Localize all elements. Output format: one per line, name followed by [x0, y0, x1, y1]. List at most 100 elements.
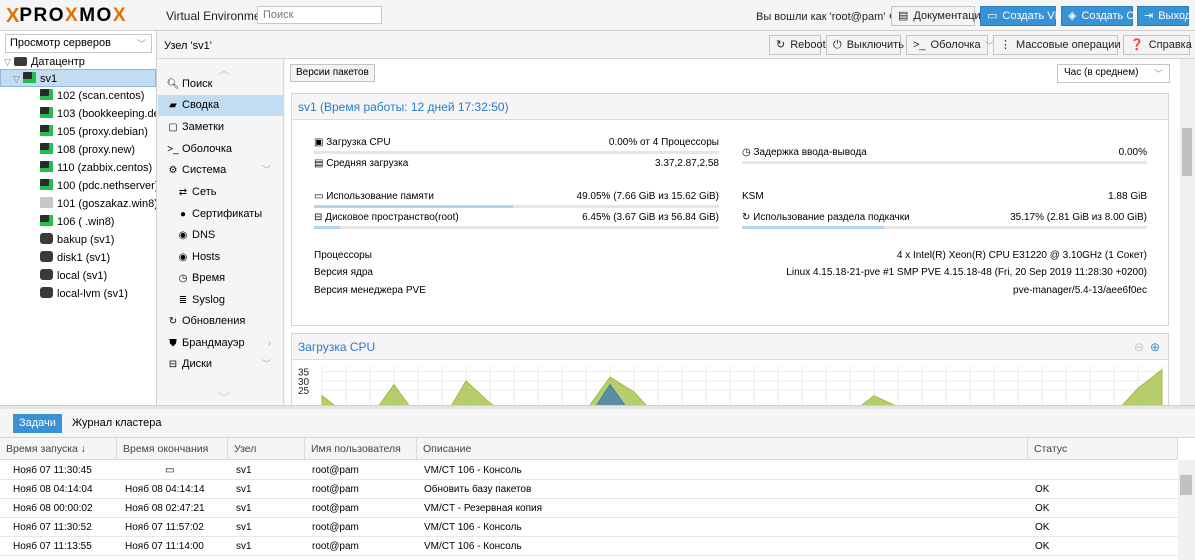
- power-icon: ⏻: [833, 38, 842, 51]
- list-icon: ≣: [178, 295, 188, 306]
- tree-item-storage[interactable]: bakup (sv1): [0, 231, 156, 249]
- tree-item-vm[interactable]: 103 (bookkeeping.deb: [0, 105, 156, 123]
- cpus-label: Процессоры: [314, 250, 372, 261]
- col-status[interactable]: Статус: [1028, 438, 1178, 460]
- shutdown-button[interactable]: ⏻ Выключить: [826, 35, 904, 55]
- search-input[interactable]: [257, 6, 382, 24]
- menu-item-notes[interactable]: ▢ Заметки: [158, 117, 283, 138]
- status-panel: sv1 (Время работы: 12 дней 17:32:50) ▣ З…: [291, 93, 1169, 326]
- reboot-button[interactable]: ↻ Reboot: [769, 35, 826, 55]
- node-menu: ︿ 🔍︎ Поиск ▰ Сводка ▢ Заметки >_ Оболочка ⚙ С…: [158, 59, 284, 405]
- shell-button[interactable]: >_ Оболочка ﹀: [906, 35, 994, 55]
- tree-item-sv1[interactable]: ▽ sv1: [0, 69, 156, 87]
- table-row[interactable]: Нояб 07 11:30:52 Нояб 07 11:57:02 sv1 ro…: [0, 518, 1178, 537]
- shield-icon: ⛊: [169, 338, 177, 349]
- menu-item-firewall[interactable]: ⛊ Брандмауэр ›: [158, 333, 283, 354]
- menu-item-updates[interactable]: ↻ Обновления: [158, 311, 283, 332]
- scroll-down-icon[interactable]: ﹀: [218, 389, 230, 405]
- ksm-label: KSM: [742, 191, 764, 202]
- cpu-chart-panel: Загрузка CPU ⊖ ⊕ 35 30 25: [291, 333, 1169, 405]
- logout-button[interactable]: ⇥ Выход: [1137, 6, 1191, 26]
- table-row[interactable]: Нояб 07 11:30:45 ▭ sv1 root@pam VM/CT 10…: [0, 461, 1178, 480]
- documentation-button[interactable]: ▤ Документация: [891, 6, 987, 26]
- help-button[interactable]: ❓ Справка: [1123, 35, 1192, 55]
- table-row[interactable]: Нояб 08 00:00:02 Нояб 08 02:47:21 sv1 ro…: [0, 499, 1178, 518]
- hdd-icon: ⊟: [314, 212, 323, 223]
- menu-item-syslog[interactable]: ≣ Syslog: [158, 290, 283, 311]
- cpu-usage-label: ▣ Загрузка CPU: [314, 137, 391, 148]
- book-icon: ▤: [898, 9, 909, 22]
- main-scrollbar-thumb[interactable]: [1182, 128, 1192, 176]
- chevron-down-icon: ﹀: [261, 359, 271, 369]
- notes-icon: ▢: [168, 122, 178, 133]
- disk-usage-label: ⊟ Дисковое пространство(root): [314, 212, 459, 223]
- view-selector[interactable]: Просмотр серверов ﹀: [5, 34, 152, 53]
- swap-usage-value: 35.17% (2.81 GiB из 8.00 GiB): [1010, 212, 1147, 223]
- container-icon: [40, 89, 53, 100]
- main-scrollbar[interactable]: [1180, 59, 1195, 405]
- zoom-reset-icon[interactable]: ⊖: [1134, 340, 1144, 354]
- disk-usage-bar: [314, 226, 719, 229]
- monitor-icon: ▭: [987, 9, 998, 22]
- tree-item-storage[interactable]: local (sv1): [0, 267, 156, 285]
- server-icon: [13, 57, 27, 66]
- menu-item-disks[interactable]: ⊟ Диски ﹀: [158, 354, 283, 375]
- pve-version-value: pve-manager/5.4-13/aee6f0ec: [1013, 285, 1147, 296]
- bulk-actions-button[interactable]: ⋮Массовые операции﹀: [993, 35, 1134, 55]
- chevron-down-icon: ﹀: [261, 165, 271, 175]
- tree-item-vm[interactable]: 106 ( .win8): [0, 213, 156, 231]
- swap-usage-label: ↻ Использование раздела подкачки: [742, 212, 910, 223]
- top-header: XPROXMOX Virtual Environment 5.4-13 Вы в…: [0, 0, 1195, 31]
- table-row[interactable]: Нояб 07 11:13:55 Нояб 07 11:14:00 sv1 ro…: [0, 537, 1178, 556]
- tree-item-vm[interactable]: 110 (zabbix.centos): [0, 159, 156, 177]
- tree-item-storage[interactable]: local-lvm (sv1): [0, 285, 156, 303]
- tree-item-vm[interactable]: 100 (pdc.nethserver): [0, 177, 156, 195]
- col-user[interactable]: Имя пользователя: [305, 438, 417, 460]
- reboot-icon: ↻: [776, 38, 786, 51]
- task-scrollbar-thumb[interactable]: [1180, 475, 1192, 495]
- create-ct-button[interactable]: ◈ Создать СТ: [1061, 6, 1141, 26]
- menu-item-system[interactable]: ⚙ Система ﹀: [158, 160, 283, 181]
- container-icon: [40, 161, 53, 172]
- timeframe-select[interactable]: Час (в среднем) ﹀: [1057, 64, 1170, 83]
- tree-item-vm[interactable]: 105 (proxy.debian): [0, 123, 156, 141]
- refresh-icon: ↻: [742, 212, 751, 223]
- task-table-header: Время запуска ↓ Время окончания Узел Имя…: [0, 438, 1178, 460]
- container-icon: [40, 125, 53, 136]
- tab-tasks[interactable]: Задачи: [13, 414, 62, 433]
- col-start-time[interactable]: Время запуска ↓: [0, 438, 117, 460]
- io-delay-bar: [742, 161, 1147, 164]
- menu-item-search[interactable]: 🔍︎ Поиск: [158, 74, 283, 95]
- tree-item-vm[interactable]: 108 (proxy.new): [0, 141, 156, 159]
- container-icon: [40, 143, 53, 154]
- package-versions-button[interactable]: Версии пакетов: [290, 64, 375, 82]
- menu-item-dns[interactable]: ◉ DNS: [158, 225, 283, 246]
- tree-item-storage[interactable]: disk1 (sv1): [0, 249, 156, 267]
- table-row[interactable]: Нояб 08 04:14:04 Нояб 08 04:14:14 sv1 ro…: [0, 480, 1178, 499]
- menu-item-summary[interactable]: ▰ Сводка: [158, 95, 283, 116]
- menu-item-hosts[interactable]: ◉ Hosts: [158, 247, 283, 268]
- cpu-chart-title: Загрузка CPU: [292, 334, 1168, 360]
- swap-usage-bar: [742, 226, 1147, 229]
- col-node[interactable]: Узел: [228, 438, 305, 460]
- col-description[interactable]: Описание: [417, 438, 1028, 460]
- menu-item-time[interactable]: ◷ Время: [158, 268, 283, 289]
- certificate-icon: ●: [179, 209, 187, 220]
- globe-icon: ◉: [178, 230, 188, 241]
- zoom-icon[interactable]: ⊕: [1150, 340, 1160, 354]
- gears-icon: ⚙: [168, 165, 178, 176]
- tab-cluster-log[interactable]: Журнал кластера: [66, 414, 167, 433]
- menu-item-shell[interactable]: >_ Оболочка: [158, 139, 283, 160]
- create-vm-button[interactable]: ▭ Создать VM: [980, 6, 1064, 26]
- console-icon: ▭: [165, 465, 175, 476]
- menu-item-certificates[interactable]: ● Сертификаты: [158, 204, 283, 225]
- memory-usage-value: 49.05% (7.66 GiB из 15.62 GiB): [576, 191, 719, 202]
- load-average-value: 3.37,2.87,2.58: [655, 158, 719, 169]
- tree-item-vm[interactable]: 101 (goszakaz.win8): [0, 195, 156, 213]
- tree-item-vm[interactable]: 102 (scan.centos): [0, 87, 156, 105]
- col-end-time[interactable]: Время окончания: [117, 438, 228, 460]
- menu-item-network[interactable]: ⇄ Сеть: [158, 182, 283, 203]
- io-delay-value: 0.00%: [1118, 147, 1147, 158]
- memory-usage-label: ▭ Использование памяти: [314, 191, 434, 202]
- chevron-down-icon: ﹀: [136, 39, 146, 49]
